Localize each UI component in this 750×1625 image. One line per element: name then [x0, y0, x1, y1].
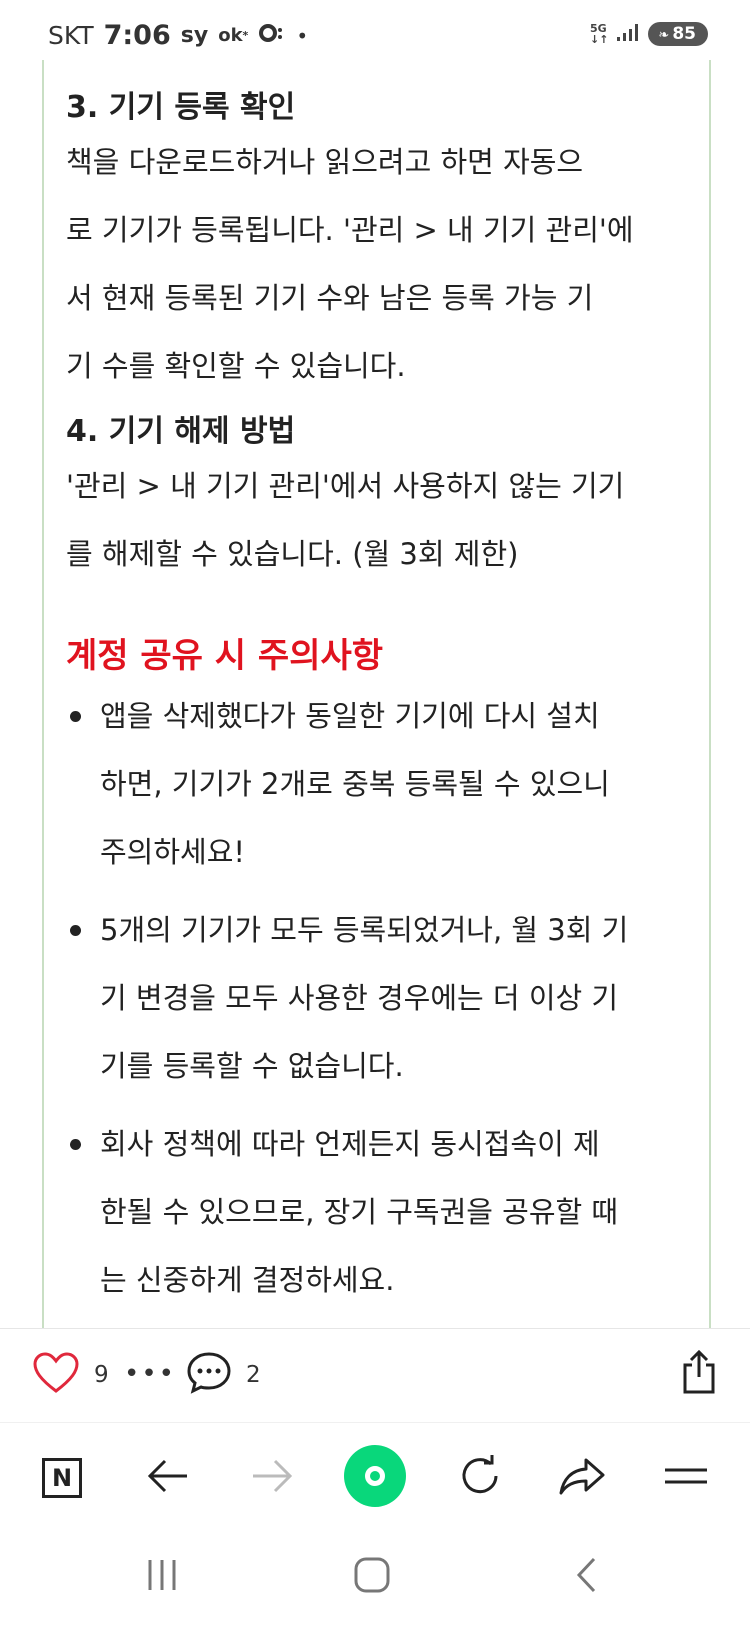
recent-apps-icon	[144, 1558, 180, 1596]
back-nav-button[interactable]	[556, 1552, 616, 1602]
forward-share-button[interactable]	[552, 1448, 612, 1508]
share-button[interactable]	[680, 1349, 718, 1399]
green-dot-icon	[365, 1466, 385, 1486]
status-right: 5G ↓↑ ❧ 85	[590, 22, 708, 46]
section-3-line-2: 로 기기가 등록됩니다. '관리 > 내 기기 관리'에	[66, 213, 634, 247]
refresh-icon	[458, 1454, 502, 1502]
bullet-1-line-1: 앱을 삭제했다가 동일한 기기에 다시 설치	[100, 699, 600, 733]
comment-count: 2	[246, 1362, 261, 1388]
bullet-dot	[70, 711, 81, 722]
ok-label: ok	[218, 25, 243, 46]
browser-toolbar: N	[0, 1422, 750, 1533]
status-bar: SKT 7:06 sy ok * • 5G ↓↑ ❧ 85	[0, 0, 750, 60]
bullet-2-line-2: 기 변경을 모두 사용한 경우에는 더 이상 기	[100, 981, 619, 1015]
bullet-1-line-2: 하면, 기기가 2개로 중복 등록될 수 있으니	[100, 767, 610, 801]
comment-icon	[186, 1351, 232, 1399]
home-nav-button[interactable]	[342, 1552, 402, 1602]
bullet-dot	[70, 925, 81, 936]
section-4-title: 4. 기기 해제 방법	[66, 414, 296, 449]
more-button[interactable]: •••	[124, 1359, 176, 1389]
back-nav-icon	[574, 1556, 598, 1598]
comment-button[interactable]: 2	[186, 1351, 261, 1399]
section-3-title: 3. 기기 등록 확인	[66, 90, 296, 125]
bullet-dot	[70, 1139, 81, 1150]
carrier: SKT	[48, 21, 94, 50]
naver-home-icon: N	[42, 1458, 82, 1498]
bullet-2-line-3: 기를 등록할 수 없습니다.	[100, 1049, 404, 1083]
forward-button[interactable]	[242, 1448, 302, 1508]
back-icon	[147, 1458, 189, 1498]
network-5g-icon: 5G ↓↑	[590, 23, 608, 45]
sy-indicator: sy	[180, 23, 209, 48]
battery-indicator: ❧ 85	[648, 22, 708, 46]
section-3-line-1: 책을 다운로드하거나 읽으려고 하면 자동으	[66, 145, 584, 179]
bullet-3-line-2: 한될 수 있으므로, 장기 구독권을 공유할 때	[100, 1195, 619, 1229]
system-navigation	[0, 1532, 750, 1625]
refresh-button[interactable]	[450, 1448, 510, 1508]
more-icon: •••	[124, 1359, 177, 1389]
bullet-3-line-1: 회사 정책에 따라 언제든지 동시접속이 제	[100, 1127, 600, 1161]
heart-icon	[32, 1351, 80, 1399]
post-action-bar: 9 ••• 2	[0, 1328, 750, 1423]
bullet-2-line-1: 5개의 기기가 모두 등록되었거나, 월 3회 기	[100, 913, 629, 947]
section-3-line-3: 서 현재 등록된 기기 수와 남은 등록 가능 기	[66, 281, 594, 315]
naver-home-button[interactable]: N	[32, 1448, 92, 1508]
bullet-3-line-3: 는 신중하게 결정하세요.	[100, 1263, 395, 1297]
menu-button[interactable]	[656, 1448, 716, 1508]
menu-icon	[663, 1464, 709, 1492]
share-icon	[680, 1349, 718, 1399]
battery-level: 85	[672, 24, 696, 44]
like-button[interactable]: 9	[32, 1351, 109, 1399]
net-arrows: ↓↑	[589, 33, 609, 46]
clock: 7:06	[103, 20, 171, 51]
back-button[interactable]	[138, 1448, 198, 1508]
caution-title: 계정 공유 시 주의사항	[66, 636, 384, 676]
section-4-line-2: 를 해제할 수 있습니다. (월 3회 제한)	[66, 537, 519, 571]
article-content[interactable]: 3. 기기 등록 확인 책을 다운로드하거나 읽으려고 하면 자동으 로 기기가…	[42, 60, 711, 1328]
signal-icon	[616, 22, 640, 46]
green-dot-button[interactable]	[344, 1445, 406, 1507]
section-3-line-4: 기 수를 확인할 수 있습니다.	[66, 349, 406, 383]
settings-ring-icon	[258, 21, 286, 50]
notification-dot: •	[296, 23, 309, 48]
battery-leaf-icon: ❧	[658, 28, 670, 43]
like-count: 9	[94, 1362, 109, 1388]
status-left: SKT 7:06 sy ok * •	[48, 20, 308, 51]
home-icon	[353, 1556, 391, 1598]
forward-share-icon	[558, 1456, 606, 1500]
ok-icon: ok *	[218, 25, 249, 46]
forward-icon	[251, 1458, 293, 1498]
bullet-1-line-3: 주의하세요!	[100, 835, 246, 869]
recent-apps-button[interactable]	[132, 1552, 192, 1602]
section-4-line-1: '관리 > 내 기기 관리'에서 사용하지 않는 기기	[66, 469, 625, 503]
